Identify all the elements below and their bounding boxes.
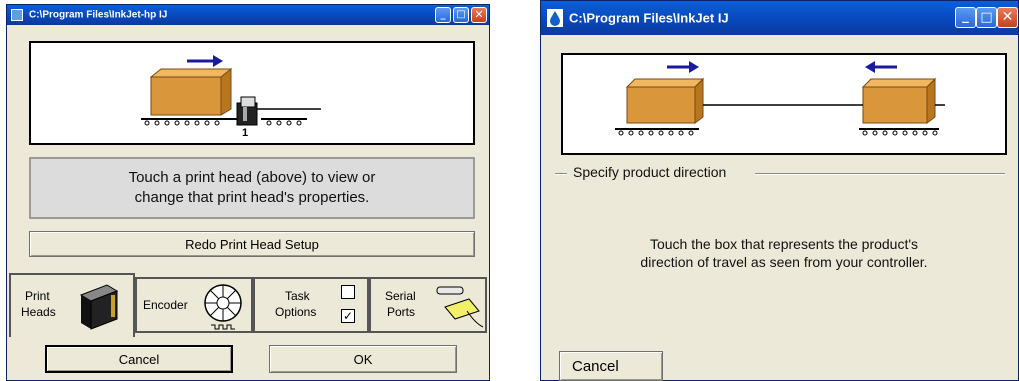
maximize-icon: □ <box>456 9 466 20</box>
close-icon: ✕ <box>1001 9 1014 25</box>
redo-button-label: Redo Print Head Setup <box>185 236 319 252</box>
tab-print-heads-line-1: Print <box>25 289 50 303</box>
maximize-button[interactable]: □ <box>453 7 469 23</box>
product-box-left-to-right[interactable] <box>625 77 705 124</box>
print-head-icon[interactable] <box>236 96 258 126</box>
direction-instruction-line-1: Touch the box that represents the produc… <box>649 236 919 252</box>
direction-instruction: Touch the box that represents the produc… <box>561 235 1007 271</box>
right-window: C:\Program Files\InkJet IJ _ □ ✕ Specify… <box>540 0 1019 381</box>
instruction-message: Touch a print head (above) to view or ch… <box>29 157 475 219</box>
print-head-diagram: 1 <box>29 41 475 145</box>
tab-encoder[interactable]: Encoder <box>135 277 253 333</box>
tab-serial-ports[interactable]: Serial Ports <box>369 277 487 333</box>
task-checkbox-top[interactable] <box>341 285 355 299</box>
maximize-button[interactable]: □ <box>976 7 997 28</box>
tab-task-options[interactable]: Task Options ✓ <box>253 277 369 333</box>
close-button[interactable]: ✕ <box>471 7 487 23</box>
product-box[interactable] <box>149 67 233 116</box>
tab-print-heads[interactable]: Print Heads <box>9 273 135 337</box>
minimize-icon: _ <box>962 9 969 24</box>
instruction-line-2: change that print head's properties. <box>134 189 370 206</box>
redo-print-head-setup-button[interactable]: Redo Print Head Setup <box>29 231 475 257</box>
direction-instruction-line-2: direction of travel as seen from your co… <box>640 254 928 270</box>
tab-serial-ports-line-2: Ports <box>387 305 416 319</box>
cancel-button-label: Cancel <box>118 351 160 367</box>
instruction-line-1: Touch a print head (above) to view or <box>128 169 376 186</box>
minimize-button[interactable]: _ <box>435 7 451 23</box>
cancel-button-label: Cancel <box>572 357 619 375</box>
tab-encoder-label: Encoder <box>143 298 188 312</box>
tab-serial-ports-line-1: Serial <box>385 289 416 303</box>
right-arrow-icon <box>667 61 699 73</box>
product-box-right-to-left[interactable] <box>861 77 937 124</box>
ok-button[interactable]: OK <box>269 345 457 373</box>
right-title-bar[interactable]: C:\Program Files\InkJet IJ _ □ ✕ <box>541 1 1018 35</box>
left-title-bar[interactable]: C:\Program Files\InkJet-hp IJ _ □ ✕ <box>7 5 489 25</box>
tab-task-options-line-1: Task <box>285 289 310 303</box>
ok-button-label: OK <box>353 351 373 367</box>
print-head-tab-icon <box>79 284 119 330</box>
tab-task-options-line-2: Options <box>275 305 317 319</box>
tab-print-heads-line-2: Heads <box>21 305 56 319</box>
left-window: C:\Program Files\InkJet-hp IJ _ □ ✕ 1 To… <box>6 4 490 381</box>
group-divider-left <box>555 173 567 175</box>
close-icon: ✕ <box>474 8 484 21</box>
cancel-button[interactable]: Cancel <box>45 345 233 373</box>
close-button[interactable]: ✕ <box>997 7 1018 28</box>
left-window-title: C:\Program Files\InkJet-hp IJ <box>29 9 168 21</box>
left-arrow-icon <box>865 61 897 73</box>
maximize-icon: □ <box>980 10 993 25</box>
cancel-button[interactable]: Cancel <box>559 351 663 381</box>
ink-drop-icon <box>547 9 563 27</box>
checkmark-icon: ✓ <box>342 309 354 323</box>
minimize-icon: _ <box>440 9 446 20</box>
right-window-title: C:\Program Files\InkJet IJ <box>569 10 729 26</box>
app-icon <box>11 9 23 21</box>
print-head-number: 1 <box>242 127 249 139</box>
encoder-wheel-icon <box>204 284 242 330</box>
task-checkbox-bottom[interactable]: ✓ <box>341 309 355 323</box>
direction-diagram <box>561 53 1007 155</box>
minimize-button[interactable]: _ <box>955 7 976 28</box>
serial-port-icon <box>436 286 484 328</box>
direction-right-arrow-icon <box>187 55 223 67</box>
group-divider-right <box>755 173 1005 175</box>
group-label: Specify product direction <box>573 164 727 180</box>
